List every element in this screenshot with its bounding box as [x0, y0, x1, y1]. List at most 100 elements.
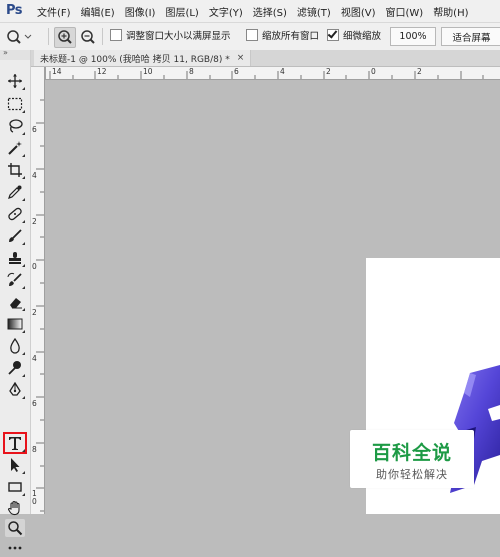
bandage-icon	[8, 207, 22, 221]
ruler-ticks	[49, 71, 484, 79]
zoom-all-option[interactable]: 缩放所有窗口	[246, 28, 319, 42]
move-icon	[8, 74, 22, 88]
ruler-label: 4	[280, 67, 285, 76]
ruler-label: 2	[32, 308, 37, 317]
scrubby-zoom-option[interactable]: 细微缩放	[327, 28, 381, 42]
main-menu: 文件(F) 编辑(E) 图像(I) 图层(L) 文字(Y) 选择(S) 滤镜(T…	[37, 0, 469, 22]
close-icon[interactable]: ×	[237, 53, 245, 63]
eyedropper-icon	[8, 185, 22, 199]
droplet-icon	[10, 338, 20, 354]
move-tool[interactable]	[5, 72, 25, 90]
arrow-cursor-icon	[11, 458, 20, 472]
magnifier-icon	[8, 521, 23, 536]
ruler-label: 14	[52, 67, 62, 76]
ruler-label: 8	[32, 445, 37, 454]
options-bar: 调整窗口大小以满屏显示 缩放所有窗口 细微缩放 100% 适合屏幕	[0, 23, 500, 51]
watermark-subtitle: 助你轻松解决	[376, 468, 448, 481]
magic-wand-tool[interactable]	[5, 139, 25, 157]
zoom-in-button[interactable]	[54, 27, 76, 48]
zoom-tool[interactable]	[5, 519, 25, 537]
lasso-tool[interactable]	[5, 117, 25, 135]
zoom-percent-field[interactable]: 100%	[390, 27, 436, 46]
type-icon	[9, 437, 21, 450]
tools-panel-header[interactable]: »	[0, 48, 30, 60]
horizontal-ruler[interactable]: 14 12 10 8 6 4 2 0 2	[46, 67, 500, 80]
menu-help[interactable]: 帮助(H)	[433, 4, 468, 19]
stamp-icon	[9, 252, 21, 264]
document-tab[interactable]: 未标题-1 @ 100% (我哈哈 拷贝 11, RGB/8) * ×	[34, 50, 252, 66]
ruler-label: 2	[32, 217, 37, 226]
menu-layer[interactable]: 图层(L)	[165, 4, 198, 19]
ruler-label: 4	[32, 354, 37, 363]
watermark-badge: 百科全说 助你轻松解决	[350, 430, 474, 488]
options-separator	[48, 28, 49, 45]
resize-windows-label: 调整窗口大小以满屏显示	[126, 31, 231, 42]
eyedropper-tool[interactable]	[5, 183, 25, 201]
menu-file[interactable]: 文件(F)	[37, 4, 71, 19]
rectangle-icon	[8, 482, 22, 492]
scrubby-zoom-checkbox[interactable]	[327, 29, 339, 41]
fit-screen-button[interactable]: 适合屏幕	[441, 27, 500, 46]
menu-select[interactable]: 选择(S)	[253, 4, 287, 19]
ruler-label: 6	[32, 125, 37, 134]
zoom-all-label: 缩放所有窗口	[262, 31, 320, 42]
blur-tool[interactable]	[5, 337, 25, 355]
pen-icon	[9, 382, 21, 396]
eraser-icon	[10, 298, 22, 309]
ruler-label: 12	[97, 67, 107, 76]
marquee-tool[interactable]	[5, 95, 25, 113]
photoshop-logo: Ps	[6, 3, 23, 18]
menu-view[interactable]: 视图(V)	[341, 4, 376, 19]
ruler-label: 4	[32, 171, 37, 180]
zoom-out-icon	[81, 30, 95, 44]
ruler-label: 8	[189, 67, 194, 76]
rectangle-tool[interactable]	[5, 478, 25, 496]
menu-bar: Ps 文件(F) 编辑(E) 图像(I) 图层(L) 文字(Y) 选择(S) 滤…	[0, 0, 500, 23]
watermark-title: 百科全说	[371, 442, 452, 464]
ruler-label: 0	[371, 67, 376, 76]
zoom-all-checkbox[interactable]	[246, 29, 258, 41]
eraser-tool[interactable]	[5, 293, 25, 311]
dodge-tool[interactable]	[5, 359, 25, 377]
vertical-ruler[interactable]: 6 4 2 0 2 4 6 8 1 0	[31, 67, 45, 514]
menu-image[interactable]: 图像(I)	[125, 4, 156, 19]
crop-tool[interactable]	[5, 161, 25, 179]
ruler-label: 6	[234, 67, 239, 76]
scrubby-zoom-label: 细微缩放	[343, 31, 382, 42]
brush-tool[interactable]	[5, 227, 25, 245]
brush-icon	[9, 229, 22, 242]
document-tab-title: 未标题-1 @ 100% (我哈哈 拷贝 11, RGB/8) *	[40, 54, 230, 65]
gradient-icon	[7, 318, 23, 330]
history-brush-tool[interactable]	[5, 271, 25, 289]
zoom-preset-icon	[7, 30, 32, 44]
zoom-out-button[interactable]	[77, 27, 99, 48]
menu-edit[interactable]: 编辑(E)	[81, 4, 115, 19]
lasso-icon	[9, 119, 23, 133]
healing-brush-tool[interactable]	[5, 205, 25, 223]
menu-window[interactable]: 窗口(W)	[385, 4, 423, 19]
clone-stamp-tool[interactable]	[5, 249, 25, 267]
pen-tool[interactable]	[5, 381, 25, 399]
hand-tool[interactable]	[5, 499, 25, 517]
ruler-label: 10	[143, 67, 153, 76]
dodge-icon	[8, 361, 21, 375]
ruler-label: 0	[32, 262, 37, 271]
ruler-label: 2	[417, 67, 422, 76]
resize-windows-checkbox[interactable]	[110, 29, 122, 41]
ruler-label: 6	[32, 399, 37, 408]
collapse-icon: »	[3, 48, 8, 57]
more-dots-icon	[8, 546, 22, 550]
tool-preset-picker[interactable]	[5, 28, 33, 46]
resize-windows-option[interactable]: 调整窗口大小以满屏显示	[110, 28, 231, 42]
path-selection-tool[interactable]	[5, 456, 25, 474]
gradient-tool[interactable]	[5, 315, 25, 333]
type-tool[interactable]	[3, 432, 27, 454]
options-separator	[102, 28, 103, 45]
ruler-label: 1 0	[32, 489, 37, 506]
menu-filter[interactable]: 滤镜(T)	[297, 4, 331, 19]
marquee-icon	[7, 97, 23, 111]
crop-icon	[8, 163, 22, 177]
menu-type[interactable]: 文字(Y)	[209, 4, 243, 19]
ruler-label: 2	[326, 67, 331, 76]
more-tools[interactable]	[5, 539, 25, 557]
